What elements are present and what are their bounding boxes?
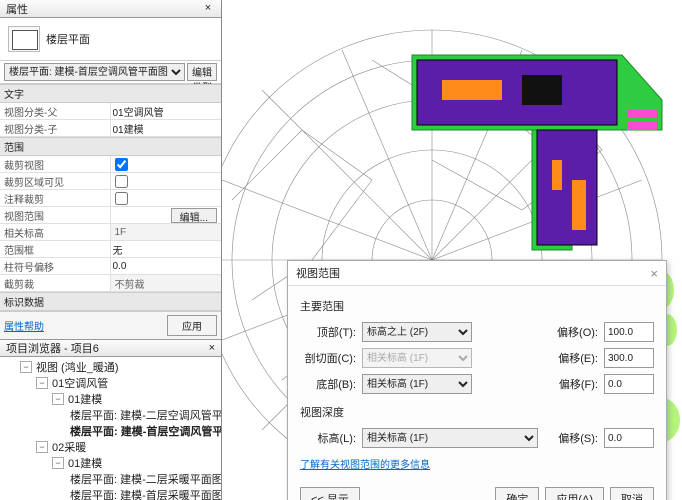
level-offset-input[interactable] [604, 428, 654, 448]
tree-twisty-icon[interactable]: − [20, 361, 32, 373]
type-label: 楼层平面 [46, 31, 90, 47]
properties-title: 属性 [6, 1, 28, 17]
level-select[interactable]: 相关标高 (1F) [362, 428, 538, 448]
show-button[interactable]: << 显示 [300, 487, 360, 500]
crop-view-checkbox[interactable] [115, 158, 128, 171]
dialog-close-icon[interactable]: × [650, 266, 658, 281]
tree-label: 楼层平面: 建模-二层采暖平面图 [68, 471, 221, 487]
tree-label: 01建模 [66, 455, 104, 471]
prop-row-viewclass-parent: 视图分类-父 [0, 103, 221, 120]
tree-node[interactable]: 楼层平面: 建模-首层采暖平面图 [64, 487, 221, 500]
browser-close-icon[interactable]: × [209, 342, 215, 354]
scope-box-input[interactable] [113, 244, 220, 255]
tree-node[interactable]: −02采暖 [32, 439, 221, 455]
apply-button[interactable]: 应用(A) [545, 487, 604, 500]
group-iddata[interactable]: 标识数据 [0, 292, 221, 311]
cancel-button[interactable]: 取消 [610, 487, 654, 500]
viewclass-child-input[interactable] [113, 123, 220, 134]
crop-visible-checkbox[interactable] [115, 175, 128, 188]
bottom-offset-input[interactable] [604, 374, 654, 394]
tree-node[interactable]: −01空调风管 [32, 375, 221, 391]
type-selector[interactable]: 楼层平面 [0, 18, 221, 61]
tree-node[interactable]: 楼层平面: 建模-二层采暖平面图 [64, 471, 221, 487]
browser-title: 项目浏览器 - 项目6 [6, 340, 99, 356]
tree-label: 02采暖 [50, 439, 88, 455]
column-offset-input[interactable] [113, 261, 220, 272]
annot-crop-checkbox[interactable] [115, 192, 128, 205]
view-range-button[interactable]: 编辑... [171, 208, 217, 223]
edit-type-button[interactable]: 编辑类型 [187, 63, 217, 81]
tree-twisty-icon[interactable]: − [52, 457, 64, 469]
learn-more-link[interactable]: 了解有关视图范围的更多信息 [300, 456, 430, 471]
properties-header: 属性 × [0, 0, 221, 18]
properties-help-link[interactable]: 属性帮助 [4, 318, 44, 333]
tree-label: 01空调风管 [50, 375, 110, 391]
tree-node[interactable]: −视图 (鸿业_暖通) [16, 359, 221, 375]
primary-range-label: 主要范围 [300, 298, 654, 314]
tree-node[interactable]: −01建模 [48, 391, 221, 407]
group-range[interactable]: 范围 [0, 137, 221, 156]
tree-node[interactable]: 楼层平面: 建模-二层空调风管平面图 [64, 407, 221, 423]
tree-node[interactable]: −01建模 [48, 455, 221, 471]
tree-label: 楼层平面: 建模-首层空调风管平面图 [68, 423, 221, 439]
tree-label: 楼层平面: 建模-二层空调风管平面图 [68, 407, 221, 423]
instance-select[interactable]: 楼层平面: 建模-首层空调风管平面图 [4, 63, 185, 81]
bottom-select[interactable]: 相关标高 (1F) [362, 374, 472, 394]
tree-twisty-icon[interactable]: − [52, 393, 64, 405]
properties-close-icon[interactable]: × [201, 2, 215, 16]
tree-label: 01建模 [66, 391, 104, 407]
viewclass-parent-input[interactable] [113, 106, 220, 117]
tree-twisty-icon[interactable]: − [36, 441, 48, 453]
tree-label: 楼层平面: 建模-首层采暖平面图 [68, 487, 221, 500]
project-tree[interactable]: −视图 (鸿业_暖通)−01空调风管−01建模楼层平面: 建模-二层空调风管平面… [0, 357, 221, 500]
properties-apply-button[interactable]: 应用 [167, 315, 217, 336]
ok-button[interactable]: 确定 [495, 487, 539, 500]
tree-node[interactable]: 楼层平面: 建模-首层空调风管平面图 [64, 423, 221, 439]
group-text[interactable]: 文字 [0, 84, 221, 103]
cut-select[interactable]: 相关标高 (1F) [362, 348, 472, 368]
tree-twisty-icon[interactable]: − [36, 377, 48, 389]
cut-offset-input[interactable] [604, 348, 654, 368]
top-select[interactable]: 标高之上 (2F) [362, 322, 472, 342]
floorplan-icon [8, 26, 40, 52]
rel-level-value: 1F [111, 224, 222, 240]
prop-row-viewclass-child: 视图分类-子 [0, 120, 221, 137]
browser-header: 项目浏览器 - 项目6 × [0, 339, 221, 357]
dialog-title: 视图范围 [296, 265, 340, 281]
section-crop-value: 不剪裁 [111, 275, 222, 291]
tree-label: 视图 (鸿业_暖通) [34, 359, 121, 375]
top-offset-input[interactable] [604, 322, 654, 342]
view-depth-label: 视图深度 [300, 404, 654, 420]
view-range-dialog: 视图范围 × 主要范围 顶部(T): 标高之上 (2F) 偏移(O): 剖切面(… [287, 260, 667, 500]
